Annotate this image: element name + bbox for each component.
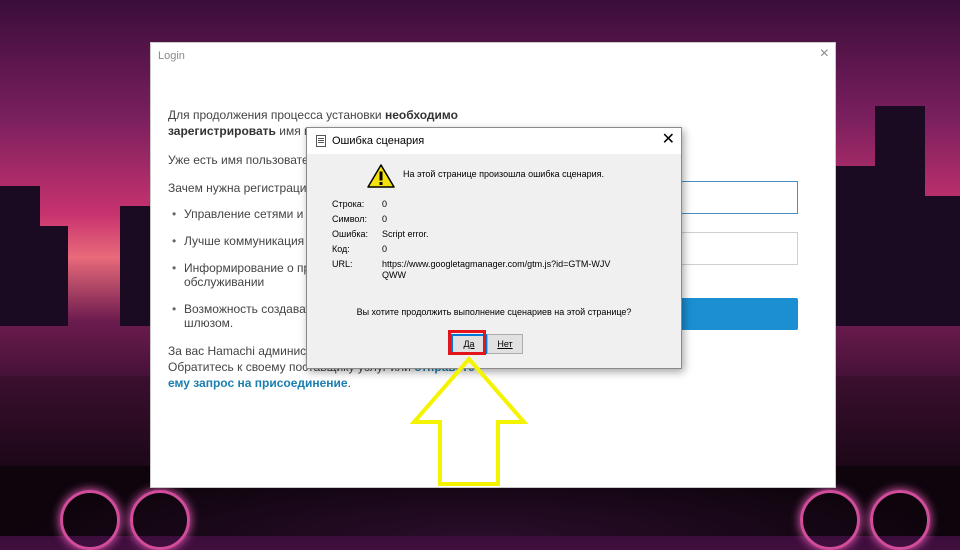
detail-value: 0 xyxy=(382,199,388,209)
detail-key: Ошибка: xyxy=(332,229,369,239)
building xyxy=(875,106,925,326)
highlight-box xyxy=(448,330,486,355)
detail-key: URL: xyxy=(332,259,353,269)
send-request-link[interactable]: ему запрос на присоединение xyxy=(168,376,348,390)
error-message: На этой странице произошла ошибка сценар… xyxy=(403,169,605,179)
login-window-title: Login xyxy=(158,50,185,62)
lead-text: Для продолжения процесса установки xyxy=(168,108,385,122)
detail-value: 0 xyxy=(382,244,388,254)
warning-icon xyxy=(367,164,395,188)
detail-key: Символ: xyxy=(332,214,367,224)
detail-row: Символ: 0 xyxy=(332,214,612,229)
detail-row: URL: https://www.googletagmanager.com/gt… xyxy=(332,259,612,281)
document-icon xyxy=(316,135,326,147)
dialog-close-icon[interactable]: ✕ xyxy=(662,131,675,149)
dialog-titlebar: Ошибка сценария ✕ xyxy=(307,128,681,154)
password-field[interactable] xyxy=(678,232,798,265)
gauge-icon xyxy=(800,490,860,550)
no-button-label: Нет xyxy=(497,339,513,349)
detail-value: 0 xyxy=(382,214,388,224)
detail-value: Script error. xyxy=(382,229,429,239)
detail-key: Код: xyxy=(332,244,350,254)
submit-button[interactable] xyxy=(678,298,798,330)
building xyxy=(925,196,960,326)
continue-question: Вы хотите продолжить выполнение сценарие… xyxy=(356,307,632,317)
arrow-up-icon xyxy=(410,356,528,486)
detail-row: Код: 0 xyxy=(332,244,612,259)
detail-key: Строка: xyxy=(332,199,365,209)
no-button[interactable]: Нет xyxy=(487,334,523,354)
detail-row: Ошибка: Script error. xyxy=(332,229,612,244)
gauge-icon xyxy=(130,490,190,550)
lead-bold-text: зарегистрировать xyxy=(168,124,276,138)
detail-value: https://www.googletagmanager.com/gtm.js?… xyxy=(382,259,611,280)
building xyxy=(0,186,40,326)
error-details: Строка: 0 Символ: 0 Ошибка: Script error… xyxy=(332,199,612,281)
building xyxy=(120,206,150,326)
script-error-dialog: Ошибка сценария ✕ На этой странице произ… xyxy=(306,127,682,369)
lead-bold-text: необходимо xyxy=(384,108,458,122)
gauge-icon xyxy=(870,490,930,550)
detail-row: Строка: 0 xyxy=(332,199,612,214)
admin-line: . xyxy=(347,376,351,390)
building xyxy=(38,226,68,326)
building xyxy=(835,166,875,326)
login-close-icon[interactable]: × xyxy=(820,46,829,62)
dialog-title: Ошибка сценария xyxy=(332,135,425,147)
email-field[interactable] xyxy=(678,181,798,214)
gauge-icon xyxy=(60,490,120,550)
